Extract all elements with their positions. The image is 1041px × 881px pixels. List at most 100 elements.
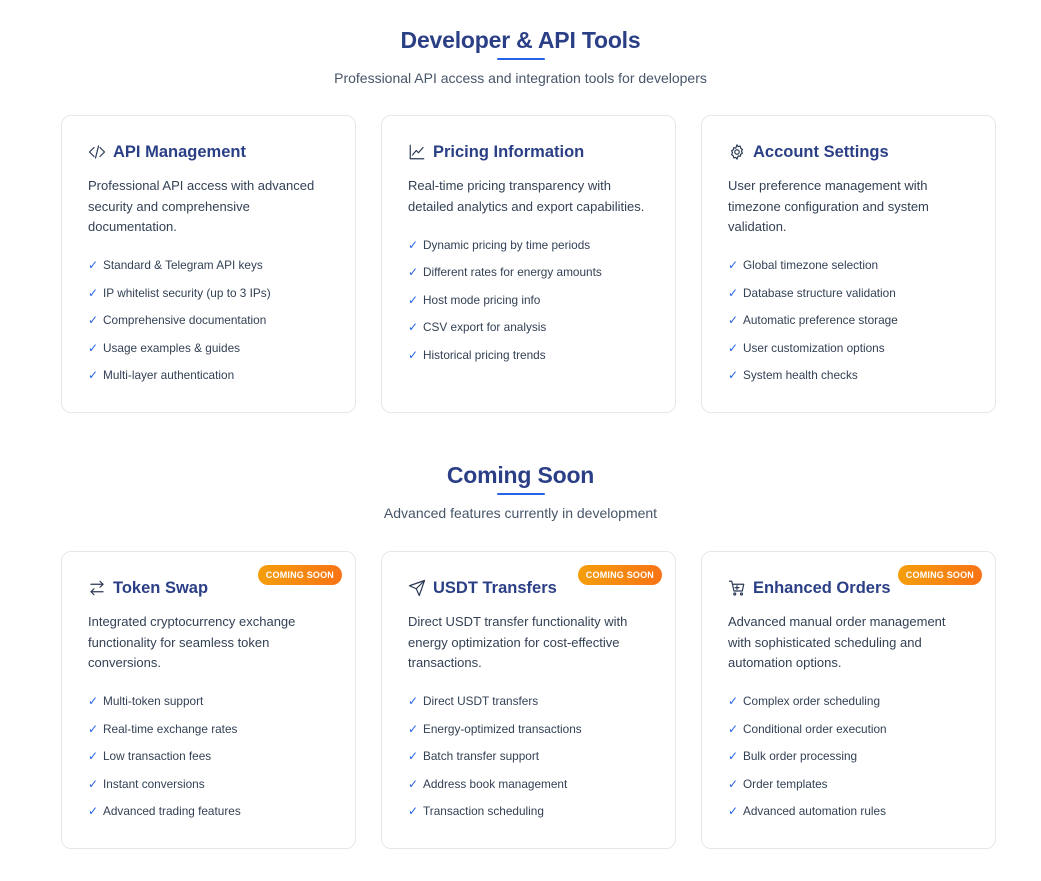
pricing-information-card: Pricing Information Real-time pricing tr… <box>381 115 676 413</box>
check-icon: ✓ <box>408 292 419 307</box>
card-description: Advanced manual order management with so… <box>728 614 946 670</box>
check-icon: ✓ <box>728 368 739 383</box>
check-icon: ✓ <box>88 804 99 819</box>
check-icon: ✓ <box>408 265 419 280</box>
feature-item: ✓ Comprehensive documentation <box>88 313 267 328</box>
check-icon: ✓ <box>88 313 99 328</box>
feature-item: ✓ Global timezone selection <box>728 258 879 273</box>
card-title: Enhanced Orders <box>753 578 891 597</box>
check-icon: ✓ <box>408 749 419 764</box>
feature-item: ✓ Address book management <box>408 776 568 791</box>
feature-item: ✓ User customization options <box>728 340 885 355</box>
card-title: Account Settings <box>753 142 889 161</box>
enhanced-orders-card: COMING SOON Enhanced Orders Advanced man… <box>701 551 996 849</box>
coming-soon-section-title: Coming Soon <box>446 462 595 488</box>
feature-item: ✓ Different rates for energy amounts <box>408 265 602 280</box>
code-icon <box>88 143 106 161</box>
feature-item: ✓ Multi-layer authentication <box>88 368 235 383</box>
feature-item: ✓ Order templates <box>728 776 828 791</box>
developer-cards: API Management Professional API access w… <box>61 115 996 413</box>
check-icon: ✓ <box>728 776 739 791</box>
feature-list: ✓ Direct USDT transfers ✓ Energy-optimized… <box>408 688 649 826</box>
check-icon: ✓ <box>88 368 99 383</box>
card-description: User preference management with timezone… <box>728 178 929 234</box>
feature-item: ✓ Conditional order execution <box>728 721 887 736</box>
send-icon <box>408 579 426 597</box>
coming-soon-section-subtitle: Advanced features currently in developme… <box>383 505 658 521</box>
coming-soon-badge: COMING SOON <box>897 565 982 585</box>
check-icon: ✓ <box>408 237 419 252</box>
check-icon: ✓ <box>408 320 419 335</box>
feature-list: ✓ Standard & Telegram API keys ✓ IP whitel… <box>88 252 329 390</box>
cart-icon <box>728 579 746 597</box>
account-settings-card: Account Settings User preference managem… <box>701 115 996 413</box>
feature-item: ✓ IP whitelist security (up to 3 IPs) <box>88 285 271 300</box>
feature-list: ✓ Complex order scheduling ✓ Conditional o… <box>728 688 969 826</box>
coming-soon-badge: COMING SOON <box>577 565 662 585</box>
check-icon: ✓ <box>408 694 419 709</box>
check-icon: ✓ <box>88 285 99 300</box>
feature-item: ✓ Host mode pricing info <box>408 292 541 307</box>
card-title: Token Swap <box>113 578 209 597</box>
check-icon: ✓ <box>728 694 739 709</box>
feature-item: ✓ Low transaction fees <box>88 749 212 764</box>
feature-item: ✓ Historical pricing trends <box>408 347 546 362</box>
feature-item: ✓ Database structure validation <box>728 285 896 300</box>
check-icon: ✓ <box>408 347 419 362</box>
check-icon: ✓ <box>88 749 99 764</box>
developer-section-title: Developer & API Tools <box>400 27 641 53</box>
coming-soon-badge: COMING SOON <box>257 565 342 585</box>
check-icon: ✓ <box>728 749 739 764</box>
check-icon: ✓ <box>88 694 99 709</box>
card-description: Integrated cryptocurrency exchange funct… <box>88 614 296 670</box>
check-icon: ✓ <box>728 804 739 819</box>
developer-section-subtitle: Professional API access and integration … <box>334 70 707 86</box>
check-icon: ✓ <box>408 721 419 736</box>
card-title: API Management <box>113 142 246 161</box>
feature-item: ✓ Multi-token support <box>88 694 204 709</box>
check-icon: ✓ <box>728 340 739 355</box>
card-title: USDT Transfers <box>433 578 557 597</box>
swap-arrows-icon <box>88 579 106 597</box>
coming-soon-section: Coming Soon Advanced features currently … <box>0 436 1041 881</box>
api-management-card: API Management Professional API access w… <box>61 115 356 413</box>
check-icon: ✓ <box>88 340 99 355</box>
check-icon: ✓ <box>88 258 99 273</box>
feature-item: ✓ Bulk order processing <box>728 749 858 764</box>
developer-section: Developer & API Tools Professional API a… <box>0 0 1041 430</box>
title-underline <box>496 58 545 60</box>
feature-item: ✓ System health checks <box>728 368 858 383</box>
feature-item: ✓ Dynamic pricing by time periods <box>408 237 591 252</box>
card-description: Real-time pricing transparency with deta… <box>408 178 645 214</box>
feature-list: ✓ Global timezone selection ✓ Database str… <box>728 252 969 390</box>
check-icon: ✓ <box>728 313 739 328</box>
feature-item: ✓ Automatic preference storage <box>728 313 898 328</box>
check-icon: ✓ <box>728 258 739 273</box>
card-description: Professional API access with advanced se… <box>88 178 315 234</box>
card-description: Direct USDT transfer functionality with … <box>408 614 628 670</box>
feature-item: ✓ Advanced trading features <box>88 804 241 819</box>
check-icon: ✓ <box>408 804 419 819</box>
feature-item: ✓ Transaction scheduling <box>408 804 544 819</box>
feature-list: ✓ Dynamic pricing by time periods ✓ Differ… <box>408 231 649 369</box>
feature-item: ✓ Standard & Telegram API keys <box>88 258 263 273</box>
trend-chart-icon <box>408 143 426 161</box>
gear-icon <box>728 143 746 161</box>
feature-item: ✓ Complex order scheduling <box>728 694 881 709</box>
check-icon: ✓ <box>728 285 739 300</box>
coming-soon-cards: COMING SOON Token Swap Integrated crypto… <box>61 551 996 849</box>
check-icon: ✓ <box>728 721 739 736</box>
feature-list: ✓ Multi-token support ✓ Real-time exchange… <box>88 688 329 826</box>
usdt-transfers-card: COMING SOON USDT Transfers Direct USDT t… <box>381 551 676 849</box>
feature-item: ✓ Real-time exchange rates <box>88 721 238 736</box>
feature-item: ✓ Energy-optimized transactions <box>408 721 582 736</box>
check-icon: ✓ <box>88 776 99 791</box>
feature-item: ✓ Advanced automation rules <box>728 804 886 819</box>
feature-item: ✓ Direct USDT transfers <box>408 694 539 709</box>
feature-item: ✓ Instant conversions <box>88 776 205 791</box>
check-icon: ✓ <box>408 776 419 791</box>
feature-item: ✓ Batch transfer support <box>408 749 540 764</box>
card-title: Pricing Information <box>433 142 585 161</box>
token-swap-card: COMING SOON Token Swap Integrated crypto… <box>61 551 356 849</box>
title-underline <box>496 493 545 495</box>
